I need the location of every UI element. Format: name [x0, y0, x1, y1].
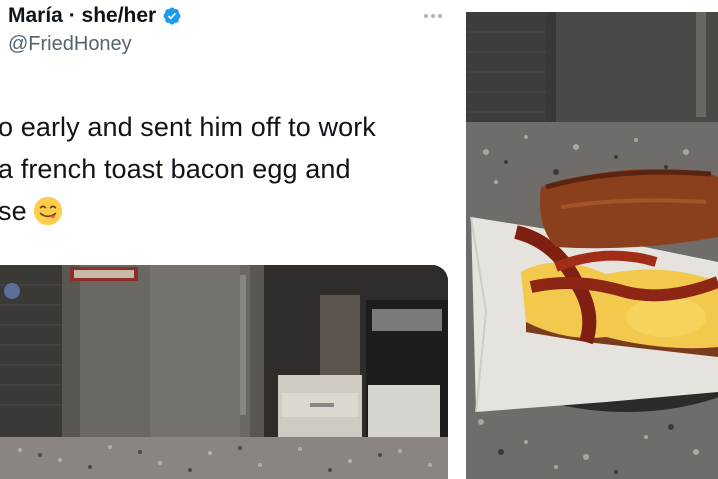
tweet-text-line: se [0, 190, 465, 232]
verified-badge-icon [163, 7, 181, 25]
tweet-text-line: a french toast bacon egg and [0, 154, 351, 184]
tweet-card: María · she/her @FriedHoney o early and … [0, 0, 465, 479]
more-options-icon[interactable] [418, 6, 448, 26]
sandwich-photo-image [466, 12, 718, 479]
display-name[interactable]: María · she/her [8, 4, 156, 28]
author-handle[interactable]: @FriedHoney [8, 33, 132, 56]
sandwich-photo[interactable] [466, 12, 718, 479]
savoring-food-emoji-icon [33, 196, 62, 226]
kitchen-photo-image [0, 265, 448, 479]
tweet-text: o early and sent him off to work a frenc… [0, 106, 465, 232]
author-row: María · she/her [8, 4, 182, 28]
tweet-text-line: o early and sent him off to work [0, 112, 376, 142]
kitchen-photo[interactable] [0, 265, 448, 479]
